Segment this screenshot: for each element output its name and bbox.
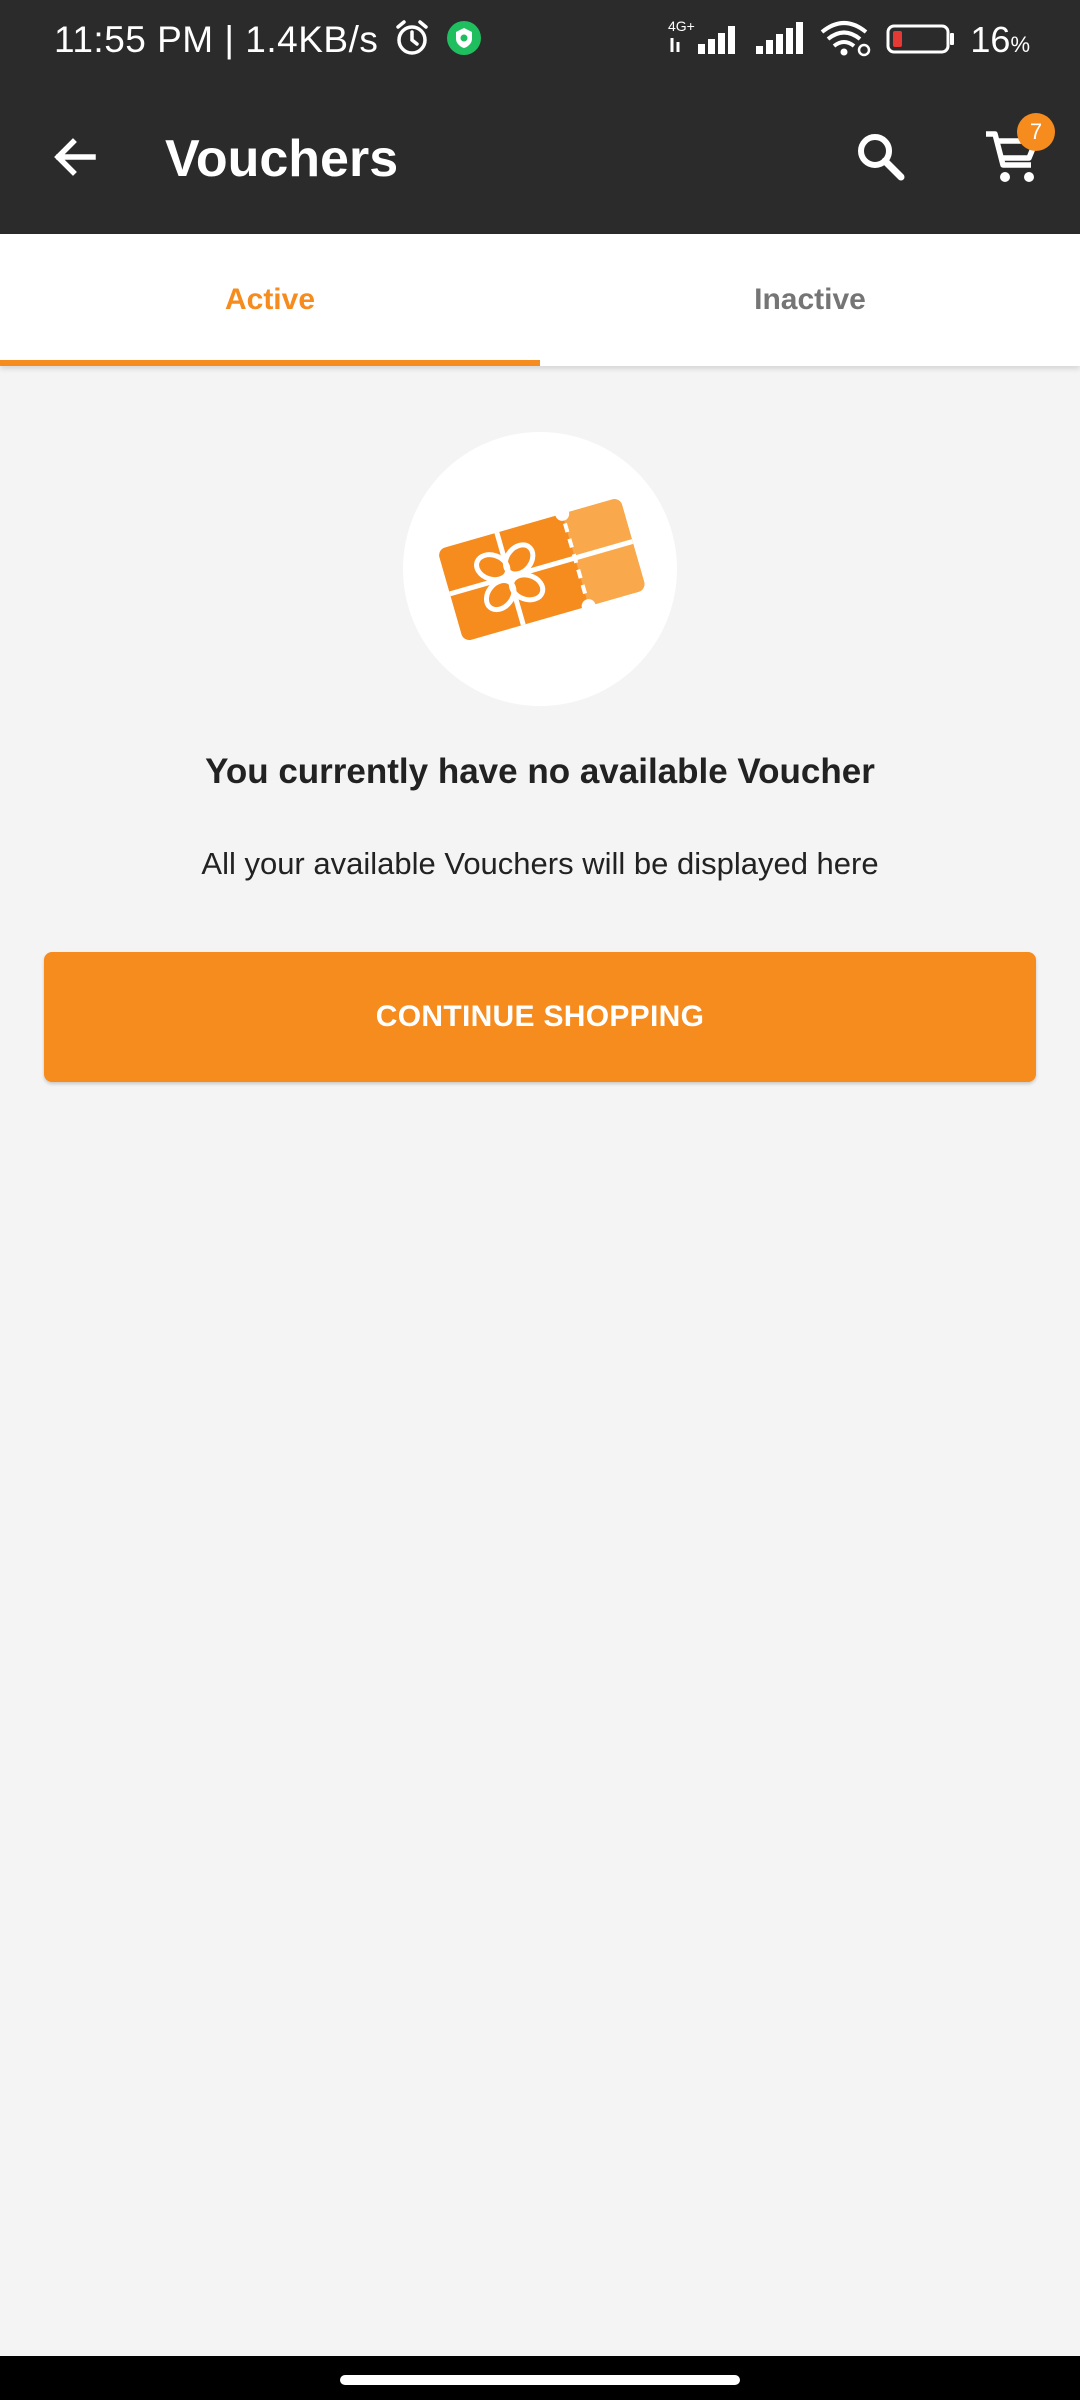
tab-indicator: [0, 360, 540, 366]
continue-shopping-button[interactable]: CONTINUE SHOPPING: [44, 952, 1036, 1082]
wifi-icon: [820, 18, 872, 63]
tab-active[interactable]: Active: [0, 234, 540, 366]
page-title: Vouchers: [165, 130, 399, 188]
tab-inactive[interactable]: Inactive: [540, 234, 1080, 366]
voucher-ticket-icon: [430, 482, 650, 657]
cart-count-badge: 7: [1017, 113, 1055, 151]
empty-state-subtitle: All your available Vouchers will be disp…: [201, 846, 879, 881]
app-bar: Vouchers 7: [0, 80, 1080, 234]
shield-app-icon: [446, 20, 482, 61]
alarm-icon: [392, 18, 432, 63]
status-left: 11:55 PM | 1.4KB/s: [54, 0, 482, 92]
status-time: 11:55 PM | 1.4KB/s: [54, 19, 379, 60]
network-label: 4G+: [668, 18, 695, 34]
search-icon: [853, 129, 909, 190]
status-bar: 11:55 PM | 1.4KB/s 4G+ 16%: [0, 0, 1080, 80]
system-nav-bar: [0, 2356, 1080, 2400]
home-gesture-handle[interactable]: [340, 2375, 740, 2385]
cellular-signal-icon: 4G+: [668, 18, 740, 63]
status-right: 4G+ 16%: [668, 0, 1030, 92]
empty-state-title: You currently have no available Voucher: [205, 752, 875, 791]
back-button[interactable]: [40, 124, 110, 194]
back-arrow-icon: [49, 131, 101, 188]
battery-icon: [886, 18, 956, 63]
voucher-tabs: Active Inactive: [0, 234, 1080, 366]
battery-percent: 16%: [970, 19, 1030, 60]
search-button[interactable]: [846, 124, 916, 194]
cellular-signal-2-icon: [754, 18, 806, 63]
empty-state-illustration: [403, 432, 677, 706]
